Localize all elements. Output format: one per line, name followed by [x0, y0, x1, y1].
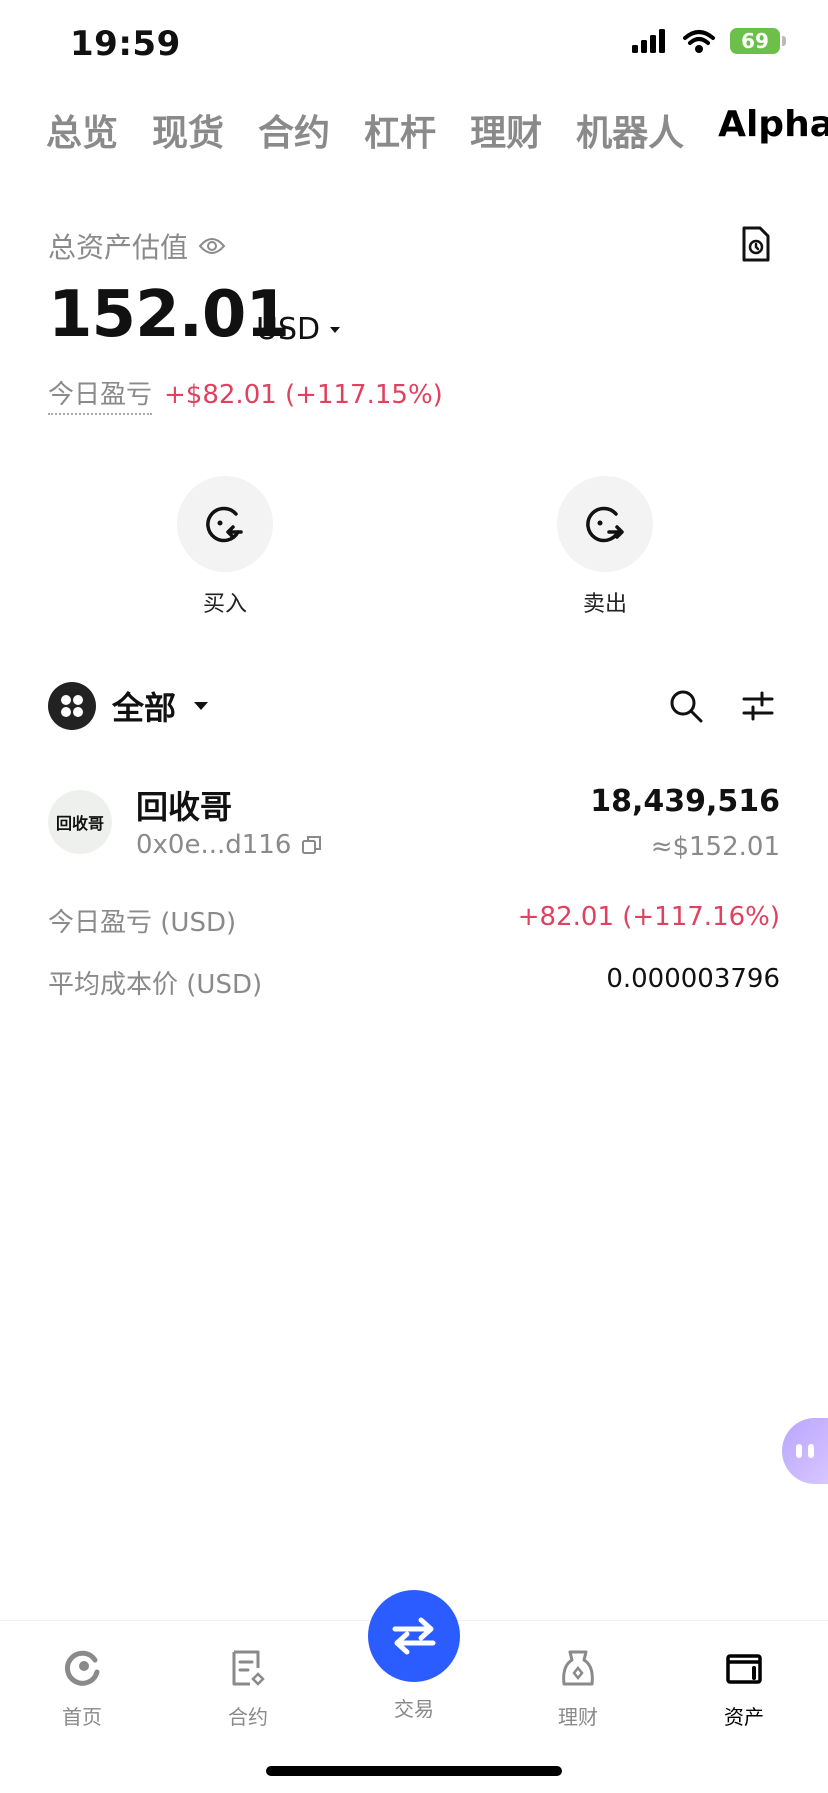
total-assets-label-row: 总资产估值 — [48, 226, 226, 266]
currency-label: USD — [256, 312, 321, 347]
tab-overview[interactable]: 总览 — [46, 104, 118, 156]
tab-finance[interactable]: 理财 — [470, 104, 542, 156]
home-icon — [62, 1645, 102, 1691]
sell-button[interactable]: 卖出 — [556, 476, 654, 618]
token-pnl-value: +82.01 (+117.16%) — [517, 902, 780, 932]
nav-assets-label: 资产 — [724, 1705, 764, 1729]
avg-cost-value: 0.000003796 — [606, 964, 780, 994]
buy-label: 买入 — [202, 592, 247, 617]
tab-bots[interactable]: 机器人 — [576, 104, 684, 156]
nav-assets[interactable]: 资产 — [684, 1645, 804, 1730]
today-pnl-label[interactable]: 今日盈亏 — [48, 374, 153, 415]
nav-trade-label: 交易 — [394, 1697, 434, 1721]
adjust-settings-icon[interactable] — [740, 688, 776, 724]
buy-button[interactable]: 买入 — [176, 476, 274, 618]
status-icons: 69 — [632, 28, 786, 54]
total-assets-label: 总资产估值 — [48, 231, 189, 264]
token-avatar-text: 回收哥 — [55, 814, 104, 833]
tab-spot[interactable]: 现货 — [152, 104, 224, 156]
buy-icon — [206, 506, 243, 543]
token-pnl-label: 今日盈亏 (USD) — [48, 908, 237, 938]
tab-margin[interactable]: 杠杆 — [364, 104, 436, 156]
caret-down-icon — [330, 326, 341, 333]
token-amount: 18,439,516 — [590, 784, 780, 819]
copy-icon[interactable] — [301, 834, 323, 856]
swap-arrows-icon — [392, 1617, 436, 1655]
buy-circle — [177, 476, 273, 572]
history-document-icon[interactable] — [740, 226, 772, 262]
nav-contracts-label: 合约 — [228, 1705, 268, 1729]
token-avatar: 回收哥 — [48, 790, 112, 854]
top-tabs: 总览 现货 合约 杠杆 理财 机器人 Alpha — [46, 104, 828, 156]
sell-circle — [557, 476, 653, 572]
trade-button[interactable] — [368, 1590, 460, 1682]
nav-finance-label: 理财 — [558, 1705, 598, 1729]
avg-cost-label: 平均成本价 (USD) — [48, 970, 263, 1000]
nav-trade[interactable]: 交易 — [354, 1693, 474, 1722]
caret-down-icon — [194, 702, 209, 710]
finance-icon — [558, 1645, 598, 1691]
battery-indicator: 69 — [730, 28, 786, 54]
home-indicator — [266, 1766, 562, 1776]
today-pnl-value: +$82.01 (+117.15%) — [164, 379, 443, 410]
assistant-bubble[interactable] — [782, 1418, 828, 1484]
filter-label: 全部 — [112, 689, 177, 727]
contracts-icon — [228, 1645, 268, 1691]
eye-icon[interactable] — [198, 236, 226, 256]
token-address: 0x0e...d116 — [136, 830, 292, 860]
token-name[interactable]: 回收哥 — [136, 782, 232, 828]
nav-home-label: 首页 — [62, 1705, 102, 1729]
bubble-eye-right — [808, 1444, 814, 1458]
grid-icon — [48, 682, 96, 730]
status-time: 19:59 — [70, 24, 181, 64]
token-usd-value: ≈$152.01 — [650, 832, 780, 862]
nav-contracts[interactable]: 合约 — [188, 1645, 308, 1730]
nav-home[interactable]: 首页 — [22, 1645, 142, 1730]
tab-contracts[interactable]: 合约 — [258, 104, 330, 156]
tab-alpha[interactable]: Alpha — [718, 104, 828, 156]
filter-selector[interactable]: 全部 — [48, 682, 210, 730]
bubble-eye-left — [796, 1444, 802, 1458]
currency-selector[interactable]: USD — [256, 312, 342, 347]
signal-icon — [632, 29, 665, 53]
wallet-icon — [724, 1645, 764, 1691]
total-assets-value: 152.01 — [48, 278, 290, 352]
today-pnl-row: 今日盈亏 +$82.01 (+117.15%) — [48, 374, 443, 415]
sell-icon — [586, 506, 624, 543]
sell-label: 卖出 — [582, 592, 627, 617]
wifi-icon — [683, 30, 715, 53]
search-icon[interactable] — [668, 688, 704, 724]
token-address-row: 0x0e...d116 — [136, 830, 323, 860]
nav-finance[interactable]: 理财 — [518, 1645, 638, 1730]
